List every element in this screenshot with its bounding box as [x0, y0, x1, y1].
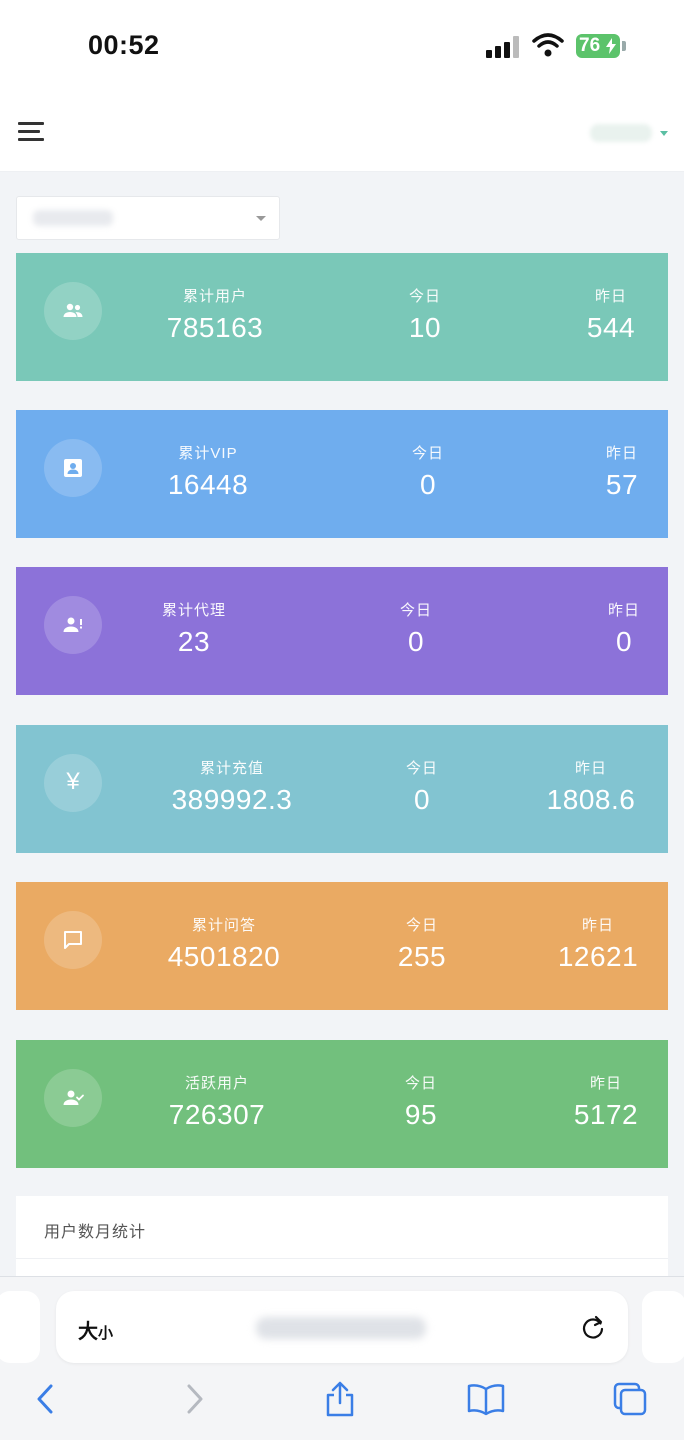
app-header [0, 92, 684, 172]
forward-icon[interactable] [176, 1381, 212, 1417]
reload-icon[interactable] [578, 1313, 608, 1343]
today-label: 今日 [404, 1075, 437, 1092]
text-size-button[interactable]: 大小 [78, 1315, 113, 1344]
yesterday-value: 0 [615, 626, 633, 657]
next-tab-preview[interactable] [642, 1291, 684, 1363]
stat-value: 726307 [168, 1099, 266, 1130]
today-label: 今日 [405, 917, 438, 934]
yesterday-label: 昨日 [607, 602, 640, 619]
today-value: 95 [404, 1099, 438, 1130]
users-icon [44, 282, 102, 340]
status-bar: 00:52 76 [0, 0, 684, 92]
chevron-down-icon [256, 216, 266, 221]
contact-card-icon [44, 439, 102, 497]
yesterday-label: 昨日 [574, 760, 607, 777]
yesterday-label: 昨日 [605, 445, 638, 462]
stat-value: 16448 [167, 469, 249, 500]
stat-label: 累计问答 [191, 917, 256, 934]
stat-value: 4501820 [167, 941, 281, 972]
text-size-small: 小 [98, 1325, 114, 1342]
battery-icon: 76 [576, 34, 620, 58]
battery-cap [622, 41, 626, 51]
yesterday-value: 5172 [573, 1099, 639, 1130]
stat-value: 785163 [166, 312, 264, 343]
bookmarks-icon[interactable] [466, 1381, 506, 1417]
status-time: 00:52 [88, 30, 160, 60]
charging-bolt-icon [606, 38, 616, 54]
cellular-signal-icon [486, 36, 522, 58]
redacted-select-value [33, 210, 113, 226]
battery-level: 76 [579, 35, 601, 56]
hamburger-menu-icon[interactable] [18, 122, 44, 142]
stat-label: 累计代理 [161, 602, 226, 619]
redacted-url [256, 1317, 426, 1339]
yesterday-value: 1808.6 [546, 784, 636, 815]
yesterday-label: 昨日 [594, 288, 627, 305]
stat-card-active-users: 活跃用户 726307 今日 95 昨日 5172 [16, 1040, 668, 1168]
monthly-users-panel: 用户数月统计 [16, 1196, 668, 1286]
chat-icon [44, 911, 102, 969]
today-value: 0 [419, 469, 437, 500]
browser-toolbar: 大小 [0, 1276, 684, 1440]
yesterday-value: 12621 [557, 941, 639, 972]
scope-select[interactable] [16, 196, 280, 240]
chevron-down-icon [660, 131, 668, 136]
today-value: 0 [413, 784, 431, 815]
yesterday-label: 昨日 [589, 1075, 622, 1092]
user-check-icon [44, 1069, 102, 1127]
address-bar[interactable]: 大小 [56, 1291, 628, 1363]
stat-card-total-vip: 累计VIP 16448 今日 0 昨日 57 [16, 410, 668, 538]
yesterday-value: 544 [586, 312, 636, 343]
yesterday-value: 57 [605, 469, 639, 500]
today-value: 0 [407, 626, 425, 657]
stat-card-total-qa: 累计问答 4501820 今日 255 昨日 12621 [16, 882, 668, 1010]
yen-glyph: ¥ [66, 768, 80, 795]
redacted-username [590, 124, 652, 142]
user-alert-icon [44, 596, 102, 654]
stat-value: 23 [177, 626, 211, 657]
divider [16, 1258, 668, 1259]
tabs-icon[interactable] [612, 1381, 648, 1417]
today-label: 今日 [408, 288, 441, 305]
today-label: 今日 [399, 602, 432, 619]
text-size-big: 大 [78, 1321, 98, 1343]
today-value: 10 [408, 312, 442, 343]
today-label: 今日 [405, 760, 438, 777]
stat-value: 389992.3 [171, 784, 293, 815]
today-label: 今日 [411, 445, 444, 462]
stat-card-total-agents: 累计代理 23 今日 0 昨日 0 [16, 567, 668, 695]
browser-nav-bar [0, 1373, 684, 1440]
stat-label: 累计VIP [178, 445, 238, 462]
stat-card-total-users: 累计用户 785163 今日 10 昨日 544 [16, 253, 668, 381]
share-icon[interactable] [322, 1381, 358, 1417]
stat-label: 活跃用户 [184, 1075, 249, 1092]
back-icon[interactable] [28, 1381, 64, 1417]
stat-card-total-recharge: ¥ 累计充值 389992.3 今日 0 昨日 1808.6 [16, 725, 668, 853]
yesterday-label: 昨日 [581, 917, 614, 934]
previous-tab-preview[interactable] [0, 1291, 40, 1363]
wifi-icon [532, 33, 564, 57]
stat-label: 累计充值 [199, 760, 264, 777]
stat-label: 累计用户 [182, 288, 247, 305]
today-value: 255 [397, 941, 447, 972]
panel-title: 用户数月统计 [44, 1224, 147, 1241]
user-dropdown[interactable] [590, 124, 670, 144]
yen-icon: ¥ [44, 754, 102, 812]
